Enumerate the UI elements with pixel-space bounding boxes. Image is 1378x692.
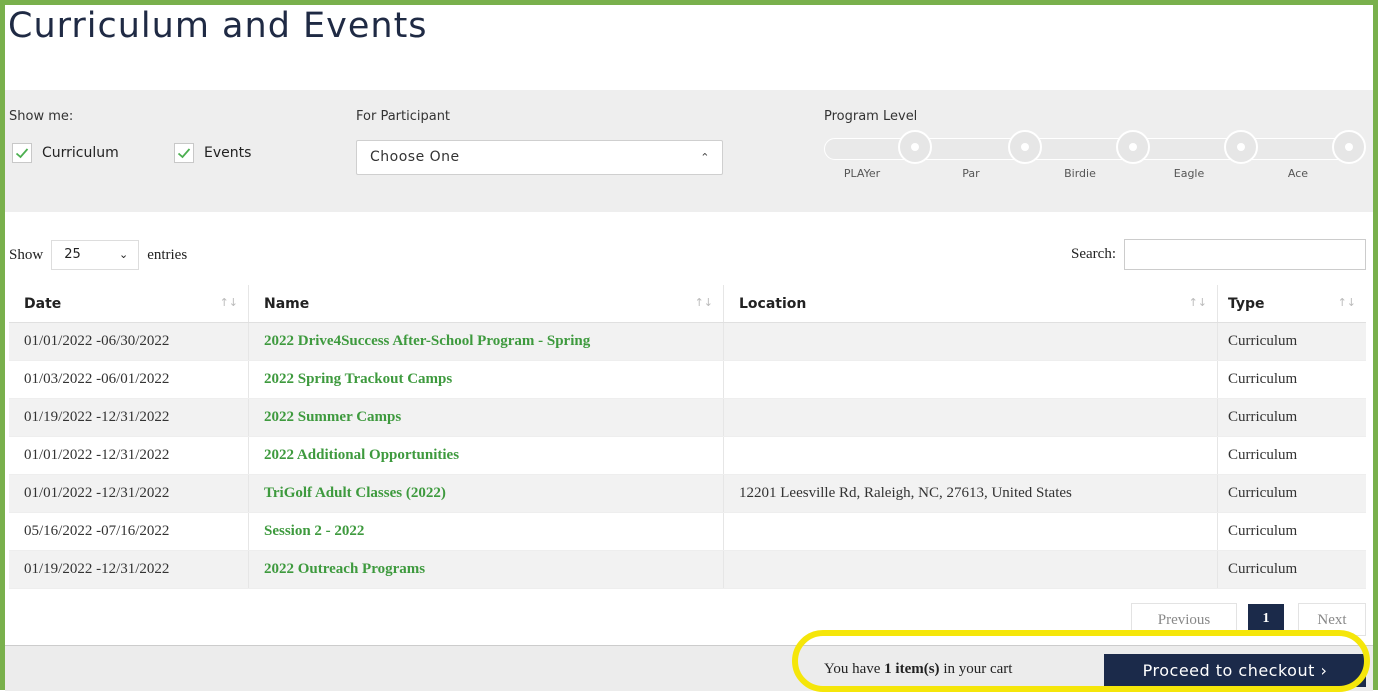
- type-cell: Curriculum: [1217, 550, 1366, 589]
- level-label-ace: Ace: [1287, 167, 1309, 180]
- curriculum-checkbox[interactable]: Curriculum: [12, 143, 119, 163]
- events-checkbox-label: Events: [204, 145, 252, 161]
- column-header-label: Type: [1228, 295, 1265, 312]
- participant-select[interactable]: Choose One ⌃: [356, 140, 723, 175]
- sort-icon: ↑↓: [1337, 296, 1356, 309]
- date-cell: 01/01/2022 -12/31/2022: [9, 436, 249, 475]
- search-control: Search:: [1071, 239, 1366, 270]
- event-name-link[interactable]: TriGolf Adult Classes (2022): [248, 474, 724, 513]
- table-row: 01/01/2022 -06/30/2022 2022 Drive4Succes…: [9, 322, 1366, 361]
- event-name-link[interactable]: 2022 Drive4Success After-School Program …: [248, 322, 724, 361]
- location-cell: [723, 398, 1218, 437]
- table-row: 01/19/2022 -12/31/2022 2022 Outreach Pro…: [9, 550, 1366, 589]
- chevron-down-icon: ⌄: [118, 248, 129, 261]
- events-table: Date ↑↓ Name ↑↓ Location ↑↓ Type ↑↓ 01/01/20…: [9, 285, 1366, 589]
- cart-count: 1 item(s): [884, 661, 940, 677]
- proceed-to-checkout-button[interactable]: Proceed to checkout ›: [1104, 654, 1366, 687]
- slider-knob[interactable]: [898, 130, 932, 164]
- cart-suffix: in your cart: [943, 661, 1013, 677]
- table-row: 01/03/2022 -06/01/2022 2022 Spring Track…: [9, 360, 1366, 399]
- date-cell: 01/19/2022 -12/31/2022: [9, 550, 249, 589]
- sort-icon: ↑↓: [219, 296, 238, 309]
- check-icon: [174, 143, 194, 163]
- type-cell: Curriculum: [1217, 398, 1366, 437]
- event-name-link[interactable]: 2022 Summer Camps: [248, 398, 724, 437]
- cart-status: You have 1 item(s) in your cart: [824, 661, 1012, 678]
- level-label-par: Par: [962, 167, 980, 180]
- table-row: 05/16/2022 -07/16/2022 Session 2 - 2022 …: [9, 512, 1366, 551]
- pagination-previous[interactable]: Previous: [1131, 603, 1237, 636]
- location-cell: [723, 436, 1218, 475]
- event-name-link[interactable]: 2022 Spring Trackout Camps: [248, 360, 724, 399]
- date-cell: 01/01/2022 -06/30/2022: [9, 322, 249, 361]
- location-cell: [723, 550, 1218, 589]
- location-cell: [723, 360, 1218, 399]
- pagination-page-current[interactable]: 1: [1248, 604, 1284, 634]
- table-row: 01/01/2022 -12/31/2022 TriGolf Adult Cla…: [9, 474, 1366, 513]
- slider-knob[interactable]: [1008, 130, 1042, 164]
- type-cell: Curriculum: [1217, 360, 1366, 399]
- show-me-label: Show me:: [9, 109, 74, 124]
- location-cell: 12201 Leesville Rd, Raleigh, NC, 27613, …: [723, 474, 1218, 513]
- type-cell: Curriculum: [1217, 512, 1366, 551]
- search-label: Search:: [1071, 246, 1116, 262]
- column-header-type[interactable]: Type ↑↓: [1217, 285, 1366, 323]
- program-level-label: Program Level: [824, 109, 918, 124]
- event-name-link[interactable]: 2022 Outreach Programs: [248, 550, 724, 589]
- table-row: 01/01/2022 -12/31/2022 2022 Additional O…: [9, 436, 1366, 475]
- table-row: 01/19/2022 -12/31/2022 2022 Summer Camps…: [9, 398, 1366, 437]
- cart-prefix: You have: [824, 661, 881, 677]
- type-cell: Curriculum: [1217, 474, 1366, 513]
- column-header-date[interactable]: Date ↑↓: [9, 285, 249, 323]
- level-label-player: PLAYer: [843, 167, 881, 180]
- date-cell: 01/01/2022 -12/31/2022: [9, 474, 249, 513]
- curriculum-checkbox-label: Curriculum: [42, 145, 119, 161]
- updown-chevron-icon: ⌃: [700, 151, 710, 164]
- column-header-label: Date: [24, 295, 62, 312]
- column-header-label: Name: [264, 295, 310, 312]
- page-title: Curriculum and Events: [8, 6, 428, 46]
- slider-knob[interactable]: [1332, 130, 1366, 164]
- participant-select-value: Choose One: [370, 149, 460, 165]
- event-name-link[interactable]: Session 2 - 2022: [248, 512, 724, 551]
- location-cell: [723, 512, 1218, 551]
- location-cell: [723, 322, 1218, 361]
- entries-select-value: 25: [64, 247, 81, 262]
- slider-knob[interactable]: [1116, 130, 1150, 164]
- column-header-label: Location: [739, 295, 807, 312]
- date-cell: 01/03/2022 -06/01/2022: [9, 360, 249, 399]
- type-cell: Curriculum: [1217, 322, 1366, 361]
- column-header-name[interactable]: Name ↑↓: [248, 285, 724, 323]
- search-input[interactable]: [1124, 239, 1366, 270]
- date-cell: 05/16/2022 -07/16/2022: [9, 512, 249, 551]
- type-cell: Curriculum: [1217, 436, 1366, 475]
- sort-icon: ↑↓: [1188, 296, 1207, 309]
- table-header-row: Date ↑↓ Name ↑↓ Location ↑↓ Type ↑↓: [9, 285, 1366, 323]
- entries-select[interactable]: 25 ⌄: [51, 240, 140, 270]
- participant-label: For Participant: [356, 109, 451, 124]
- level-label-birdie: Birdie: [1064, 167, 1096, 180]
- level-label-eagle: Eagle: [1173, 167, 1205, 180]
- sort-icon: ↑↓: [694, 296, 713, 309]
- slider-knob[interactable]: [1224, 130, 1258, 164]
- column-header-location[interactable]: Location ↑↓: [723, 285, 1218, 323]
- entries-control: Show 25 ⌄ entries: [9, 240, 187, 270]
- date-cell: 01/19/2022 -12/31/2022: [9, 398, 249, 437]
- check-icon: [12, 143, 32, 163]
- show-label: Show: [9, 246, 44, 263]
- events-checkbox[interactable]: Events: [174, 143, 251, 163]
- pagination-next[interactable]: Next: [1298, 603, 1366, 636]
- entries-label: entries: [147, 246, 188, 263]
- event-name-link[interactable]: 2022 Additional Opportunities: [248, 436, 724, 475]
